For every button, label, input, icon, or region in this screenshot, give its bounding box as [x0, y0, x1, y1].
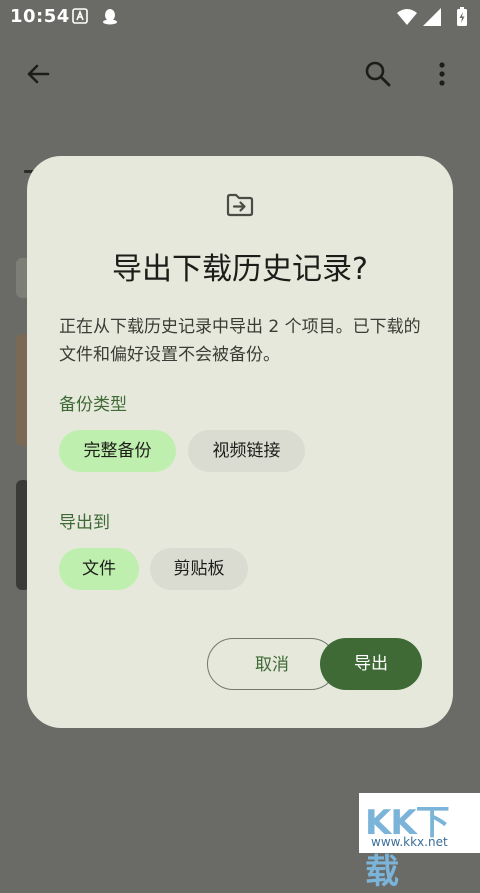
wifi-icon [397, 9, 417, 25]
export-to-label: 导出到 [59, 513, 110, 533]
battery-charging-icon [457, 7, 467, 26]
more-vert-icon[interactable] [426, 58, 458, 90]
app-bar [0, 48, 480, 104]
dialog-title: 导出下载历史记录? [112, 252, 368, 287]
watermark-url: www.kkx.net [371, 835, 448, 849]
search-icon[interactable] [362, 58, 394, 90]
chip-full-backup[interactable]: 完整备份 [59, 430, 176, 472]
backup-type-label: 备份类型 [59, 395, 127, 415]
status-bar: 10:54 [0, 0, 480, 34]
status-time: 10:54 [10, 6, 70, 27]
chip-video-links[interactable]: 视频链接 [188, 430, 305, 472]
signal-icon [423, 8, 441, 26]
cancel-button[interactable]: 取消 [207, 638, 337, 690]
penguin-icon [103, 9, 117, 25]
back-arrow-icon[interactable] [22, 58, 54, 90]
dialog-body: 正在从下载历史记录中导出 2 个项目。已下载的文件和偏好设置不会被备份。 [59, 317, 421, 365]
chip-clipboard[interactable]: 剪贴板 [150, 548, 248, 590]
font-a-icon [72, 8, 88, 24]
export-history-dialog: 导出下载历史记录? 正在从下载历史记录中导出 2 个项目。已下载的文件和偏好设置… [27, 156, 453, 728]
folder-export-icon [226, 193, 254, 217]
watermark: KK下载 www.kkx.net [359, 793, 480, 892]
export-button[interactable]: 导出 [320, 638, 422, 690]
chip-file[interactable]: 文件 [59, 548, 139, 590]
